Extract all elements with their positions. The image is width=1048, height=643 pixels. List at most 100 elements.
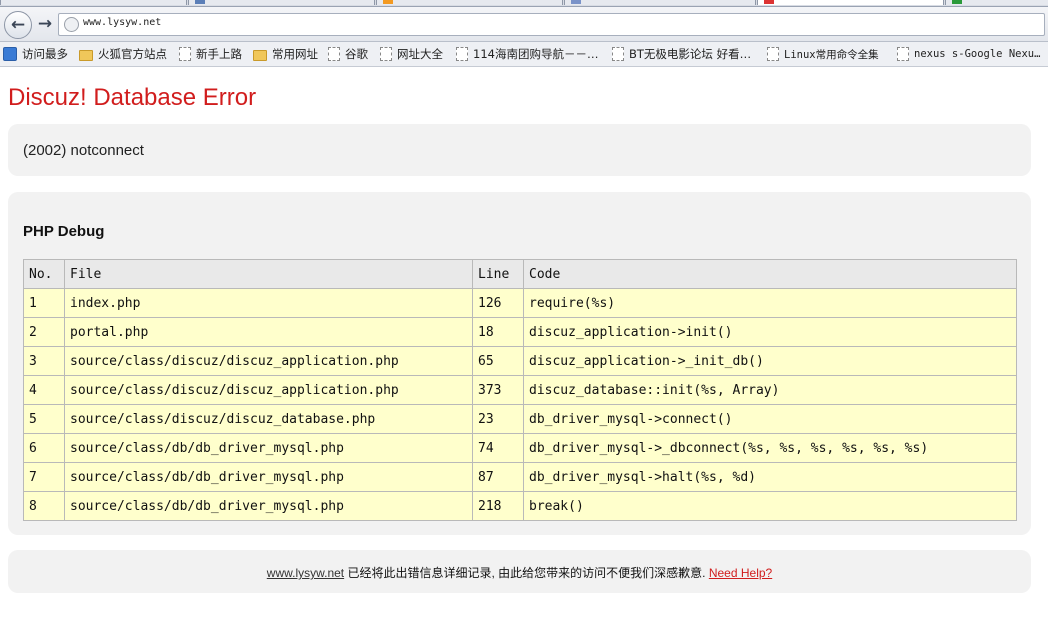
tab-favicon-icon	[571, 0, 581, 4]
column-header-file: File	[64, 259, 473, 289]
bookmark-label: 常用网址	[272, 47, 318, 61]
cell-code: require(%s)	[523, 288, 1017, 318]
bookmark-item[interactable]: 常用网址	[253, 46, 318, 62]
page-icon	[897, 47, 909, 61]
back-button[interactable]: ←	[4, 11, 32, 39]
bookmark-label: 114海南团购导航－－…	[473, 47, 599, 61]
tab-favicon-icon	[195, 0, 205, 4]
cell-line: 373	[472, 375, 524, 405]
browser-tab[interactable]	[945, 0, 1048, 5]
browser-tab[interactable]	[564, 0, 756, 5]
browser-tab[interactable]	[0, 0, 187, 5]
table-row: 5 source/class/discuz/discuz_database.ph…	[23, 404, 1017, 434]
forward-button[interactable]: →	[33, 12, 57, 36]
cell-no: 5	[23, 404, 65, 434]
table-header-row: No. File Line Code	[23, 259, 1017, 289]
url-text[interactable]: www.lysyw.net	[83, 17, 161, 28]
cell-no: 8	[23, 491, 65, 521]
page-icon	[767, 47, 779, 61]
bookmark-item[interactable]: 谷歌	[328, 46, 368, 62]
bookmark-label: 火狐官方站点	[98, 47, 167, 61]
cell-no: 7	[23, 462, 65, 492]
debug-title: PHP Debug	[23, 223, 105, 240]
table-row: 1 index.php 126 require(%s)	[23, 288, 1017, 318]
bookmark-item[interactable]: 访问最多	[3, 46, 68, 62]
bookmark-label: BT无极电影论坛 好看…	[629, 47, 752, 61]
footer-message: 已经将此出错信息详细记录, 由此给您带来的访问不便我们深感歉意.	[344, 566, 709, 580]
cell-file: source/class/discuz/discuz_database.php	[64, 404, 473, 434]
bookmark-item[interactable]: 新手上路	[179, 46, 242, 62]
column-header-no: No.	[23, 259, 65, 289]
tab-strip	[0, 0, 1048, 7]
folder-icon	[253, 49, 267, 61]
cell-file: source/class/discuz/discuz_application.p…	[64, 375, 473, 405]
page-icon	[456, 47, 468, 61]
cell-line: 87	[472, 462, 524, 492]
cell-line: 18	[472, 317, 524, 347]
cell-file: source/class/db/db_driver_mysql.php	[64, 491, 473, 521]
tab-favicon-icon	[383, 0, 393, 4]
footer-box: www.lysyw.net 已经将此出错信息详细记录, 由此给您带来的访问不便我…	[8, 550, 1031, 593]
bookmark-item[interactable]: BT无极电影论坛 好看…	[612, 46, 751, 62]
folder-icon	[79, 49, 93, 61]
column-header-code: Code	[523, 259, 1017, 289]
forward-arrow-icon: →	[37, 14, 53, 34]
bookmark-label: Linux常用命令全集	[784, 48, 879, 61]
cell-file: index.php	[64, 288, 473, 318]
cell-code: discuz_database::init(%s, Array)	[523, 375, 1017, 405]
cell-line: 23	[472, 404, 524, 434]
cell-line: 218	[472, 491, 524, 521]
error-box: (2002) notconnect	[8, 124, 1031, 176]
navigation-bar: ← → www.lysyw.net	[0, 7, 1048, 42]
table-row: 2 portal.php 18 discuz_application->init…	[23, 317, 1017, 347]
page-title: Discuz! Database Error	[8, 84, 257, 111]
browser-tab[interactable]	[188, 0, 375, 5]
cell-file: source/class/db/db_driver_mysql.php	[64, 433, 473, 463]
footer-text: www.lysyw.net 已经将此出错信息详细记录, 由此给您带来的访问不便我…	[8, 564, 1031, 581]
bookmark-item[interactable]: 114海南团购导航－－…	[456, 46, 598, 62]
cell-code: db_driver_mysql->_dbconnect(%s, %s, %s, …	[523, 433, 1017, 463]
cell-line: 126	[472, 288, 524, 318]
tab-favicon-icon	[952, 0, 962, 4]
cell-line: 65	[472, 346, 524, 376]
cell-code: db_driver_mysql->halt(%s, %d)	[523, 462, 1017, 492]
site-link[interactable]: www.lysyw.net	[267, 566, 344, 580]
cell-no: 1	[23, 288, 65, 318]
bookmark-item[interactable]: 网址大全	[380, 46, 443, 62]
cell-file: portal.php	[64, 317, 473, 347]
error-message: (2002) notconnect	[23, 142, 144, 159]
cell-code: discuz_application->init()	[523, 317, 1017, 347]
table-row: 4 source/class/discuz/discuz_application…	[23, 375, 1017, 405]
table-row: 3 source/class/discuz/discuz_application…	[23, 346, 1017, 376]
page-icon	[179, 47, 191, 61]
page-icon	[328, 47, 340, 61]
debug-box: PHP Debug No. File Line Code 1 index.php…	[8, 192, 1031, 535]
cell-code: db_driver_mysql->connect()	[523, 404, 1017, 434]
browser-tab-active[interactable]	[757, 0, 944, 5]
most-visited-icon	[3, 47, 17, 61]
site-identity-icon[interactable]	[64, 17, 79, 32]
bookmark-label: nexus s-Google Nexu…	[914, 48, 1041, 60]
address-bar[interactable]: www.lysyw.net	[58, 13, 1045, 36]
table-row: 6 source/class/db/db_driver_mysql.php 74…	[23, 433, 1017, 463]
bookmark-item[interactable]: Linux常用命令全集	[767, 46, 879, 62]
bookmark-item[interactable]: nexus s-Google Nexu…	[897, 46, 1040, 62]
bookmark-label: 访问最多	[22, 47, 68, 61]
cell-no: 2	[23, 317, 65, 347]
bookmark-label: 谷歌	[345, 47, 368, 61]
browser-tab[interactable]	[376, 0, 563, 5]
page-icon	[612, 47, 624, 61]
cell-file: source/class/db/db_driver_mysql.php	[64, 462, 473, 492]
bookmarks-toolbar: 访问最多 火狐官方站点 新手上路 常用网址 谷歌 网址大全 114海南团购导航－…	[0, 42, 1048, 67]
cell-code: discuz_application->_init_db()	[523, 346, 1017, 376]
table-row: 7 source/class/db/db_driver_mysql.php 87…	[23, 462, 1017, 492]
cell-no: 3	[23, 346, 65, 376]
cell-file: source/class/discuz/discuz_application.p…	[64, 346, 473, 376]
debug-trace-table: No. File Line Code 1 index.php 126 requi…	[23, 259, 1017, 521]
cell-code: break()	[523, 491, 1017, 521]
bookmark-label: 新手上路	[196, 47, 242, 61]
cell-no: 4	[23, 375, 65, 405]
bookmark-item[interactable]: 火狐官方站点	[79, 46, 167, 62]
need-help-link[interactable]: Need Help?	[709, 566, 772, 580]
cell-no: 6	[23, 433, 65, 463]
